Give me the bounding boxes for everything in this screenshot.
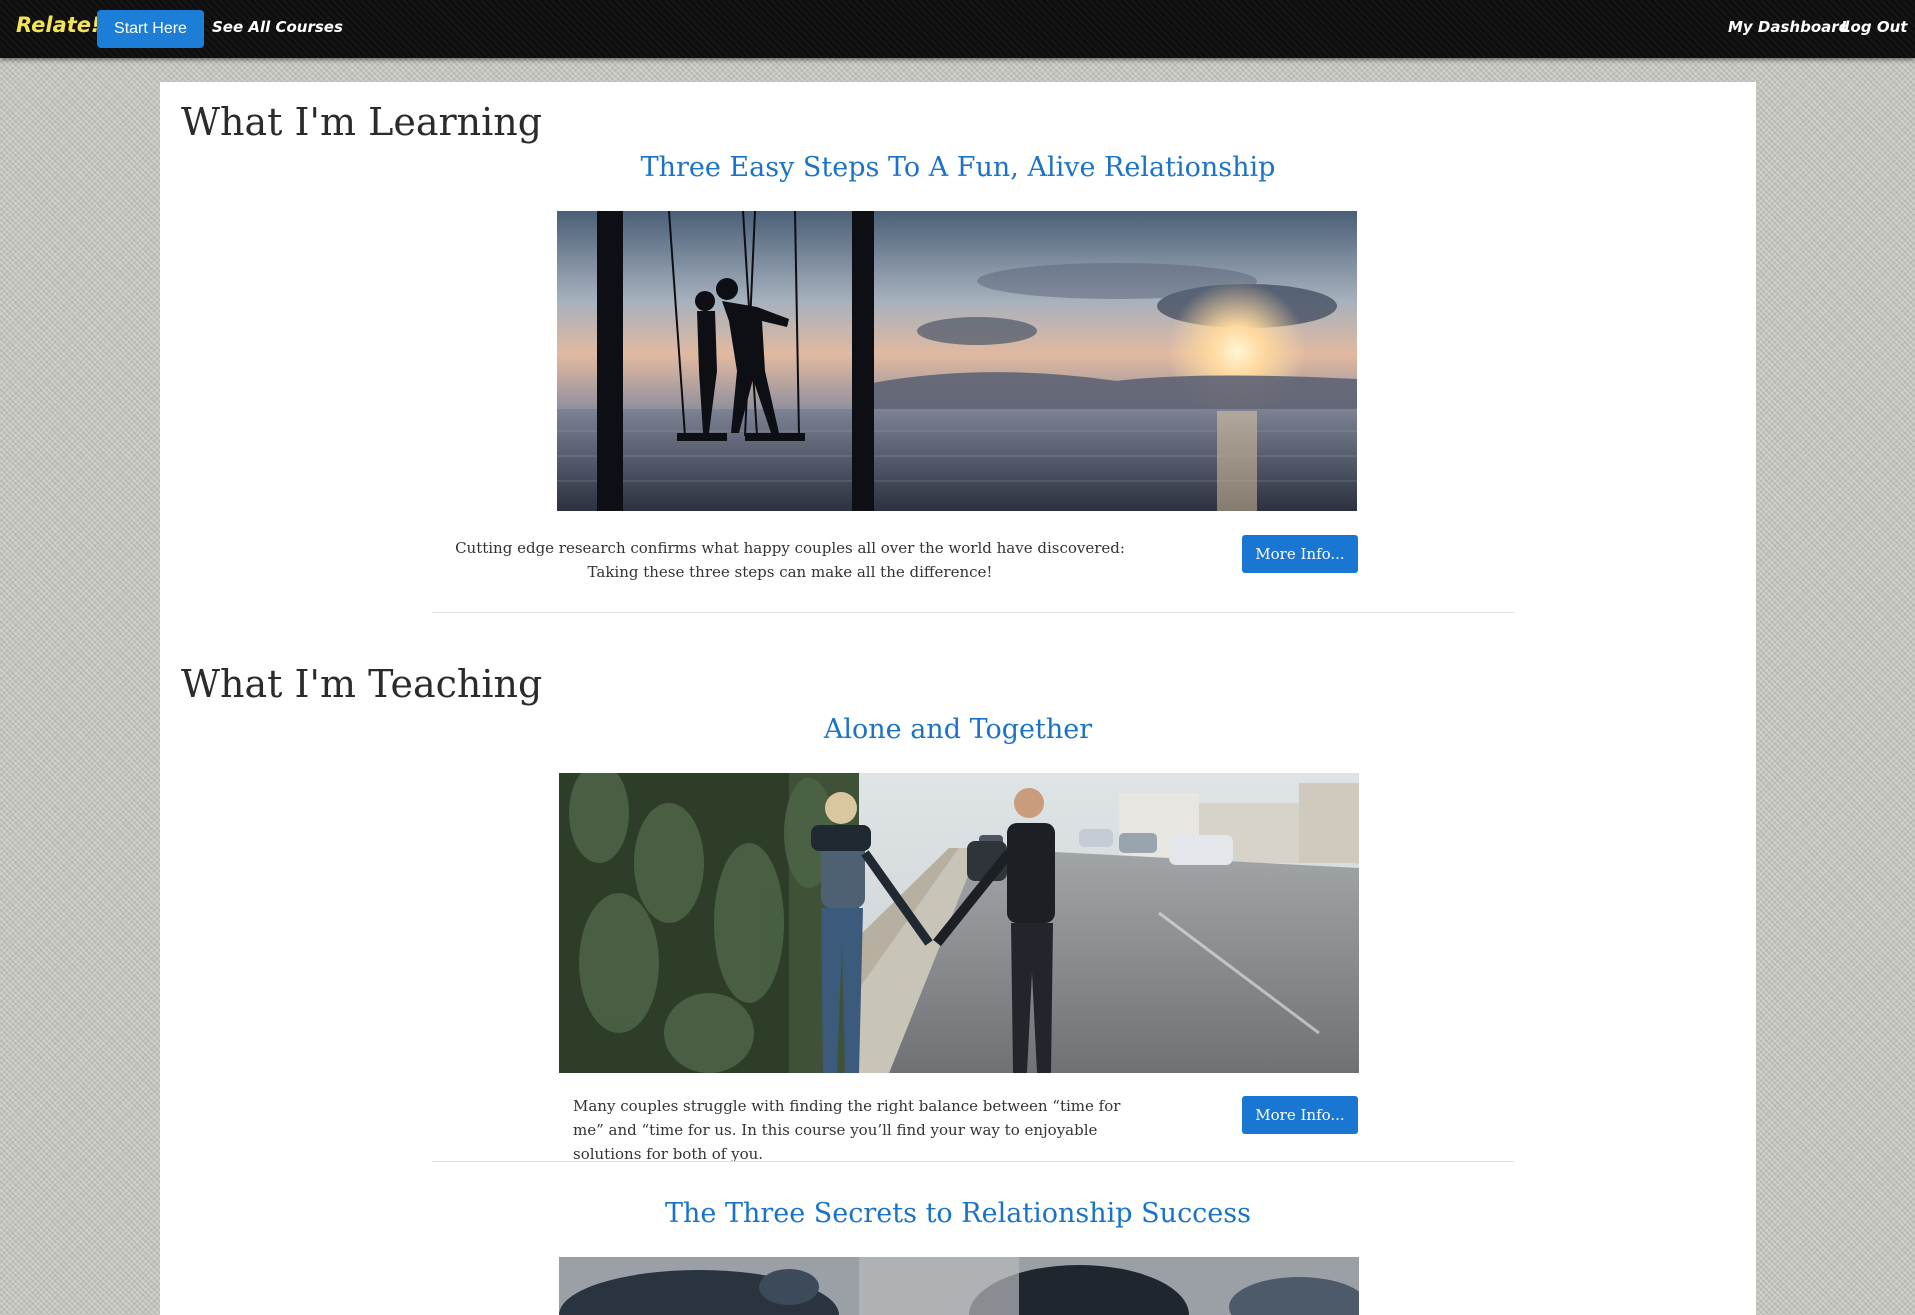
teaching-heading: What I'm Teaching: [181, 662, 543, 706]
course-description-three-easy-steps: Cutting edge research confirms what happ…: [455, 539, 1125, 581]
course-image-animals[interactable]: [559, 1257, 1359, 1315]
course-title-three-easy-steps[interactable]: Three Easy Steps To A Fun, Alive Relatio…: [160, 152, 1756, 183]
learning-heading: What I'm Learning: [181, 100, 543, 144]
course-title-three-secrets[interactable]: The Three Secrets to Relationship Succes…: [160, 1198, 1756, 1229]
my-dashboard-link[interactable]: My Dashboard: [1728, 18, 1849, 36]
section-divider: [432, 612, 1514, 613]
main-content: What I'm Learning Three Easy Steps To A …: [160, 82, 1756, 1315]
log-out-link[interactable]: Log Out: [1841, 18, 1907, 36]
more-info-button-three-easy-steps[interactable]: More Info...: [1242, 535, 1358, 573]
course-divider: [432, 1161, 1514, 1162]
see-all-courses-link[interactable]: See All Courses: [212, 18, 343, 36]
course-description-alone-and-together: Many couples struggle with finding the r…: [573, 1097, 1121, 1163]
course-title-alone-and-together[interactable]: Alone and Together: [160, 714, 1756, 745]
top-navbar: Relate! Start Here See All Courses My Da…: [0, 0, 1915, 58]
more-info-button-alone-and-together[interactable]: More Info...: [1242, 1096, 1358, 1134]
start-here-button[interactable]: Start Here: [97, 10, 204, 48]
course-image-couple-walking[interactable]: [559, 773, 1359, 1073]
course-image-sunset-swing[interactable]: [557, 211, 1357, 511]
brand-logo[interactable]: Relate!: [16, 13, 101, 37]
